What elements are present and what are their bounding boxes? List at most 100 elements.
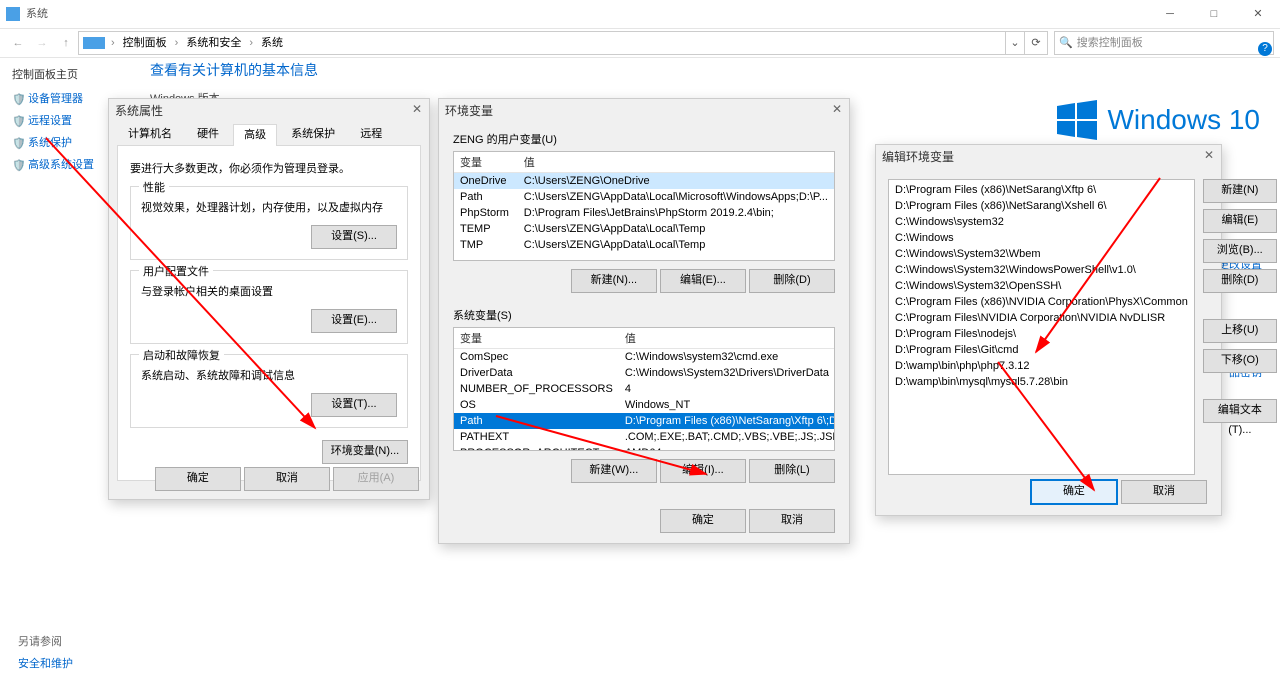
list-item[interactable]: D:\Program Files\nodejs\ bbox=[891, 326, 1192, 342]
close-icon[interactable]: ✕ bbox=[1201, 147, 1217, 163]
close-icon[interactable]: ✕ bbox=[409, 101, 425, 117]
windows-logo-text: Windows 10 bbox=[1107, 104, 1260, 136]
editdlg-titlebar: 编辑环境变量 ✕ bbox=[876, 145, 1221, 169]
list-item[interactable]: C:\Windows\System32\OpenSSH\ bbox=[891, 278, 1192, 294]
pc-icon bbox=[83, 37, 105, 49]
list-item[interactable]: D:\wamp\bin\mysql\mysql5.7.28\bin bbox=[891, 374, 1192, 390]
table-row[interactable]: NUMBER_OF_PROCESSORS4 bbox=[454, 381, 835, 397]
perf-settings-button[interactable]: 设置(S)... bbox=[311, 225, 397, 249]
breadcrumb-2[interactable]: 系统 bbox=[257, 29, 287, 57]
list-item[interactable]: D:\Program Files\Git\cmd bbox=[891, 342, 1192, 358]
tab-computer-name[interactable]: 计算机名 bbox=[117, 123, 183, 145]
cancel-button[interactable]: 取消 bbox=[749, 509, 835, 533]
refresh-icon[interactable]: ⟳ bbox=[1025, 31, 1048, 55]
edit-button[interactable]: 编辑(E) bbox=[1203, 209, 1277, 233]
sys-delete-button[interactable]: 删除(L) bbox=[749, 459, 835, 483]
table-row[interactable]: ComSpecC:\Windows\system32\cmd.exe bbox=[454, 349, 835, 366]
search-placeholder: 搜索控制面板 bbox=[1077, 29, 1143, 57]
edit-env-dialog: 编辑环境变量 ✕ D:\Program Files (x86)\NetSaran… bbox=[875, 144, 1222, 516]
window-title: 系统 bbox=[26, 0, 48, 28]
browse-button[interactable]: 浏览(B)... bbox=[1203, 239, 1277, 263]
delete-button[interactable]: 删除(D) bbox=[1203, 269, 1277, 293]
table-row[interactable]: PhpStormD:\Program Files\JetBrains\PhpSt… bbox=[454, 205, 834, 221]
list-item[interactable]: C:\Windows\System32\WindowsPowerShell\v1… bbox=[891, 262, 1192, 278]
edittext-button[interactable]: 编辑文本(T)... bbox=[1203, 399, 1277, 423]
down-button[interactable]: 下移(O) bbox=[1203, 349, 1277, 373]
nav-back-icon[interactable]: ← bbox=[6, 29, 30, 57]
cancel-button[interactable]: 取消 bbox=[244, 467, 330, 491]
env-vars-button[interactable]: 环境变量(N)... bbox=[322, 440, 408, 464]
env-vars-dialog: 环境变量 ✕ ZENG 的用户变量(U) 变量值 OneDriveC:\User… bbox=[438, 98, 850, 544]
list-item[interactable]: D:\wamp\bin\php\php7.3.12 bbox=[891, 358, 1192, 374]
list-item[interactable]: C:\Windows\System32\Wbem bbox=[891, 246, 1192, 262]
user-edit-button[interactable]: 编辑(E)... bbox=[660, 269, 746, 293]
ok-button[interactable]: 确定 bbox=[660, 509, 746, 533]
ok-button[interactable]: 确定 bbox=[1030, 479, 1118, 505]
startup-header: 启动和故障恢复 bbox=[139, 347, 224, 363]
sys-edit-button[interactable]: 编辑(I)... bbox=[660, 459, 746, 483]
table-row[interactable]: PROCESSOR_ARCHITECT...AMD64 bbox=[454, 445, 835, 451]
ok-button[interactable]: 确定 bbox=[155, 467, 241, 491]
table-row[interactable]: OSWindows_NT bbox=[454, 397, 835, 413]
address-bar[interactable]: › 控制面板 › 系统和安全 › 系统 bbox=[78, 31, 1006, 55]
path-list[interactable]: D:\Program Files (x86)\NetSarang\Xftp 6\… bbox=[888, 179, 1195, 475]
breadcrumb-1[interactable]: 系统和安全 bbox=[182, 29, 245, 57]
table-row[interactable]: PATHEXT.COM;.EXE;.BAT;.CMD;.VBS;.VBE;.JS… bbox=[454, 429, 835, 445]
up-button[interactable]: 上移(U) bbox=[1203, 319, 1277, 343]
list-item[interactable]: C:\Windows bbox=[891, 230, 1192, 246]
page-title: 查看有关计算机的基本信息 bbox=[150, 60, 318, 80]
search-input[interactable]: 🔍 搜索控制面板 bbox=[1054, 31, 1274, 55]
list-item[interactable]: C:\Windows\system32 bbox=[891, 214, 1192, 230]
help-icon[interactable]: ? bbox=[1258, 42, 1272, 56]
envdlg-title: 环境变量 bbox=[445, 104, 493, 118]
profile-group: 用户配置文件 与登录帐户相关的桌面设置 设置(E)... bbox=[130, 270, 408, 344]
chevron-right-icon: › bbox=[107, 29, 119, 57]
search-icon: 🔍 bbox=[1059, 29, 1073, 57]
seealso-header: 另请参阅 bbox=[18, 633, 73, 649]
maximize-button[interactable]: □ bbox=[1192, 0, 1236, 28]
table-row[interactable]: PathD:\Program Files (x86)\NetSarang\Xft… bbox=[454, 413, 835, 429]
windows-logo: Windows 10 bbox=[1057, 100, 1260, 140]
shield-icon: 🛡️ bbox=[12, 93, 24, 105]
startup-settings-button[interactable]: 设置(T)... bbox=[311, 393, 397, 417]
list-item[interactable]: C:\Program Files\NVIDIA Corporation\NVID… bbox=[891, 310, 1192, 326]
table-row[interactable]: OneDriveC:\Users\ZENG\OneDrive bbox=[454, 173, 834, 190]
nav-up-icon[interactable]: ↑ bbox=[54, 29, 78, 57]
minimize-button[interactable]: ─ bbox=[1148, 0, 1192, 28]
user-vars-table[interactable]: 变量值 OneDriveC:\Users\ZENG\OneDrivePathC:… bbox=[453, 151, 835, 261]
list-item[interactable]: D:\Program Files (x86)\NetSarang\Xftp 6\ bbox=[891, 182, 1192, 198]
sidebar-header: 控制面板主页 bbox=[12, 66, 132, 82]
col-var: 变量 bbox=[454, 152, 518, 173]
apply-button[interactable]: 应用(A) bbox=[333, 467, 419, 491]
tab-protection[interactable]: 系统保护 bbox=[280, 123, 346, 145]
table-row[interactable]: PathC:\Users\ZENG\AppData\Local\Microsof… bbox=[454, 189, 834, 205]
table-row[interactable]: TEMPC:\Users\ZENG\AppData\Local\Temp bbox=[454, 221, 834, 237]
envdlg-titlebar: 环境变量 ✕ bbox=[439, 99, 849, 123]
breadcrumb-0[interactable]: 控制面板 bbox=[119, 29, 171, 57]
user-new-button[interactable]: 新建(N)... bbox=[571, 269, 657, 293]
system-properties-dialog: 系统属性 ✕ 计算机名 硬件 高级 系统保护 远程 要进行大多数更改，你必须作为… bbox=[108, 98, 430, 500]
tab-hardware[interactable]: 硬件 bbox=[186, 123, 230, 145]
sysprop-actions: 确定 取消 应用(A) bbox=[155, 467, 419, 491]
profile-settings-button[interactable]: 设置(E)... bbox=[311, 309, 397, 333]
cancel-button[interactable]: 取消 bbox=[1121, 480, 1207, 504]
col-val: 值 bbox=[518, 152, 834, 173]
close-icon[interactable]: ✕ bbox=[829, 101, 845, 117]
sys-new-button[interactable]: 新建(W)... bbox=[571, 459, 657, 483]
table-row[interactable]: DriverDataC:\Windows\System32\Drivers\Dr… bbox=[454, 365, 835, 381]
close-button[interactable]: ✕ bbox=[1236, 0, 1280, 28]
seealso-link[interactable]: 安全和维护 bbox=[18, 658, 73, 670]
nav-forward-icon[interactable]: → bbox=[30, 29, 54, 57]
list-item[interactable]: C:\Program Files (x86)\NVIDIA Corporatio… bbox=[891, 294, 1192, 310]
list-item[interactable]: D:\Program Files (x86)\NetSarang\Xshell … bbox=[891, 198, 1192, 214]
table-row[interactable]: TMPC:\Users\ZENG\AppData\Local\Temp bbox=[454, 237, 834, 253]
editdlg-title: 编辑环境变量 bbox=[882, 150, 954, 164]
user-vars-header: ZENG 的用户变量(U) bbox=[453, 131, 835, 147]
user-delete-button[interactable]: 删除(D) bbox=[749, 269, 835, 293]
dropdown-icon[interactable]: ⌄ bbox=[1006, 31, 1025, 55]
perf-header: 性能 bbox=[139, 179, 169, 195]
sys-vars-table[interactable]: 变量值 ComSpecC:\Windows\system32\cmd.exeDr… bbox=[453, 327, 835, 451]
new-button[interactable]: 新建(N) bbox=[1203, 179, 1277, 203]
tab-advanced[interactable]: 高级 bbox=[233, 124, 277, 146]
tab-remote[interactable]: 远程 bbox=[349, 123, 393, 145]
